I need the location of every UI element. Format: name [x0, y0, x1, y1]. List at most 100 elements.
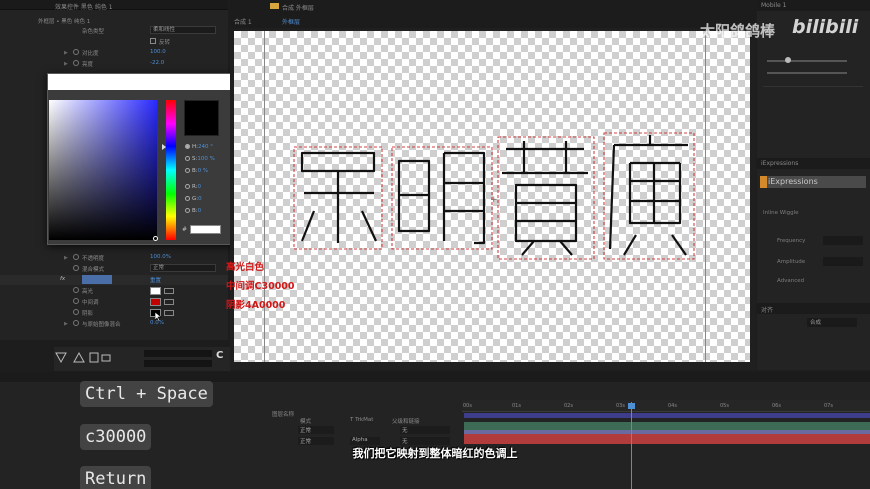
text-preset-field[interactable] [144, 350, 212, 357]
slider-track[interactable] [767, 72, 847, 74]
stopwatch-icon[interactable] [73, 320, 79, 326]
layer-1-track[interactable] [464, 422, 870, 430]
fx-icon[interactable]: fx [60, 276, 65, 282]
align-header: 对齐 [757, 303, 870, 314]
prop-row-noise-type: 杂色类型 柔和线性 [0, 26, 228, 36]
right-panel-header: Mobile 1 [757, 0, 870, 11]
tick-label: 00s [463, 403, 472, 409]
prop-row-blend-with-original: ▶ 与原始图像混合 0.0% [64, 320, 164, 328]
key-overlay-combo: Ctrl + Space [80, 381, 213, 407]
viewer-controls-bar [230, 362, 756, 370]
saturation-field[interactable]: S:100 % [185, 156, 215, 165]
stopwatch-icon[interactable] [73, 254, 79, 260]
amplitude-label: Amplitude [777, 259, 806, 265]
green-field[interactable]: G:0 [185, 196, 202, 205]
time-ruler[interactable] [462, 400, 870, 412]
work-area-bar[interactable] [464, 413, 870, 418]
eyedropper-icon[interactable] [164, 288, 174, 294]
iexpressions-header: iExpressions [757, 158, 870, 169]
slider-track[interactable] [767, 60, 847, 62]
layer-path: 外框层 • 黑色 纯色 1 [38, 19, 91, 25]
stopwatch-icon[interactable] [73, 287, 79, 293]
disclosure-triangle-icon[interactable]: ▶ [64, 255, 68, 261]
layer-1-parent[interactable]: 无 [400, 426, 450, 434]
eyedropper-icon[interactable] [164, 310, 174, 316]
annotation-midtone: 中间调C30000 [226, 281, 295, 292]
prop-row-highlight-color: 高光 [0, 286, 228, 296]
layer-2-track[interactable] [464, 434, 870, 444]
blue-field[interactable]: B:0 [185, 208, 201, 217]
bilibili-logo: bilibili [792, 16, 859, 38]
tint-effect-name-highlight[interactable] [82, 275, 112, 284]
comp-breadcrumb[interactable]: 外框层 [282, 17, 300, 26]
slider-knob[interactable] [785, 57, 791, 63]
frequency-label: Frequency [777, 238, 806, 244]
stopwatch-icon[interactable] [73, 60, 79, 66]
col-trkmat: T TrkMat [350, 417, 374, 423]
key-overlay-enter: Return [80, 466, 152, 489]
invert-checkbox[interactable] [150, 38, 156, 44]
stopwatch-icon[interactable] [73, 309, 79, 315]
brightness-field[interactable]: B:0 % [185, 168, 208, 177]
tick-label: 06s [772, 403, 781, 409]
annotation-highlight: 高光白色 [226, 262, 265, 273]
red-field[interactable]: R:0 [185, 184, 201, 193]
new-color-preview [184, 100, 219, 136]
tint-reset-link[interactable]: 重置 [150, 276, 161, 284]
anchor-point-icon[interactable]: + [490, 195, 498, 205]
disclosure-triangle-icon[interactable]: ▶ [64, 321, 68, 327]
disclosure-triangle-icon[interactable]: ▶ [64, 50, 68, 56]
inline-wiggle-label: Inline Wiggle [763, 210, 799, 216]
brightness-value[interactable]: -22.0 [150, 60, 164, 66]
composition-tab[interactable]: 合成 外框层 [282, 3, 314, 12]
playhead[interactable] [631, 402, 632, 489]
noise-type-dropdown[interactable]: 柔和线性 [150, 26, 216, 34]
keyframe-assist-grid[interactable] [763, 86, 863, 141]
highlight-color-swatch[interactable] [150, 287, 161, 295]
blend-mode-dropdown[interactable]: 正常 [150, 264, 216, 272]
hue-field[interactable]: H:240 ° [185, 144, 213, 153]
guide-line [705, 31, 706, 362]
effect-controls-tab[interactable]: 效果控件 黑色 纯色 1 [55, 2, 113, 11]
hex-input[interactable] [190, 225, 221, 234]
text-preset-field-2[interactable] [144, 360, 212, 367]
layer-2-trkmat[interactable]: Alpha [350, 437, 380, 445]
prop-row-opacity: ▶ 不透明度 100.0% [64, 254, 171, 262]
col-mode: 模式 [300, 419, 312, 425]
align-tools-panel: C [54, 347, 230, 371]
hue-slider[interactable] [166, 100, 176, 240]
disclosure-triangle-icon[interactable]: ▶ [64, 61, 68, 67]
stopwatch-icon[interactable] [73, 49, 79, 55]
stopwatch-icon[interactable] [73, 298, 79, 304]
tick-label: 02s [564, 403, 573, 409]
saturation-brightness-field[interactable] [49, 100, 158, 241]
eyedropper-icon[interactable] [164, 299, 174, 305]
layer-2-mode[interactable]: 正常 [298, 437, 334, 445]
layer-1-mode[interactable]: 正常 [298, 426, 334, 434]
comp-color-icon [270, 3, 279, 9]
prop-row-midtone-color: 中间调 [0, 297, 228, 307]
comp-breadcrumb-root[interactable]: 合成 1 [234, 17, 252, 26]
contrast-value[interactable]: 100.0 [150, 49, 166, 55]
align-icons[interactable] [54, 351, 114, 365]
iexpressions-banner: iExpressions [760, 176, 866, 188]
mouse-cursor-icon [155, 312, 162, 322]
align-to-dropdown[interactable]: 合成 [807, 318, 857, 327]
stopwatch-icon[interactable] [73, 265, 79, 271]
key-overlay-typed: c30000 [80, 424, 152, 450]
frequency-input[interactable] [823, 236, 863, 245]
advanced-label[interactable]: Advanced [777, 278, 804, 284]
right-panel: Mobile 1 iExpressions iExpressions Inlin… [757, 0, 870, 370]
tick-label: 03s [616, 403, 625, 409]
opacity-value[interactable]: 100.0% [150, 254, 171, 260]
c-logo-icon: C [216, 350, 224, 361]
layer-2-parent[interactable]: 无 [400, 437, 450, 445]
composition-viewer[interactable]: + [234, 31, 750, 362]
tick-label: 04s [668, 403, 677, 409]
color-field-marker[interactable] [153, 236, 158, 241]
tick-label: 01s [512, 403, 521, 409]
prop-row-brightness: ▶ 亮度 -22.0 [64, 60, 165, 68]
midtone-color-swatch[interactable] [150, 298, 161, 306]
hex-label: # [182, 226, 188, 233]
amplitude-input[interactable] [823, 257, 863, 266]
